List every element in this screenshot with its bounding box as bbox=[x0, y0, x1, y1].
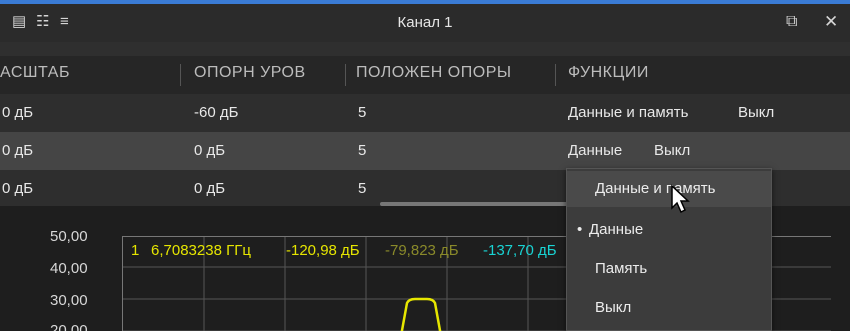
cell-scale[interactable]: 0 дБ bbox=[2, 180, 33, 197]
selected-bullet: • bbox=[577, 221, 583, 238]
popout-icon[interactable]: ⧉ bbox=[786, 12, 797, 32]
menu-item-off[interactable]: Выкл bbox=[567, 290, 771, 326]
marker-value-3: -137,70 дБ bbox=[483, 242, 557, 259]
table-row[interactable]: 0 дБ 0 дБ 5 Данные Выкл bbox=[0, 132, 850, 170]
mouse-cursor-icon bbox=[671, 184, 690, 214]
window-title: Канал 1 bbox=[397, 14, 453, 31]
menu-item-data-and-memory[interactable]: Данные и память bbox=[567, 171, 771, 207]
menu-item-data[interactable]: • Данные bbox=[567, 212, 771, 248]
marker-value-1: -120,98 дБ bbox=[286, 242, 360, 259]
menu-item-memory[interactable]: Память bbox=[567, 251, 771, 287]
table-row[interactable]: 0 дБ -60 дБ 5 Данные и память Выкл bbox=[0, 94, 850, 132]
marker-number: 1 bbox=[131, 242, 140, 259]
cell-ref-level[interactable]: 0 дБ bbox=[194, 180, 225, 197]
cell-state[interactable]: Выкл bbox=[738, 104, 774, 121]
col-separator bbox=[345, 64, 346, 86]
cell-ref-level[interactable]: 0 дБ bbox=[194, 142, 225, 159]
y-tick-label: 40,00 bbox=[50, 260, 88, 277]
cell-ref-pos[interactable]: 5 bbox=[358, 142, 366, 159]
y-tick-label: 50,00 bbox=[50, 228, 88, 245]
cell-function[interactable]: Данные bbox=[568, 142, 622, 159]
col-scale[interactable]: АСШТАБ bbox=[0, 64, 70, 82]
cell-scale[interactable]: 0 дБ bbox=[2, 104, 33, 121]
channel-window: ▤ ☷ ≡ Канал 1 ⧉ ✕ АСШТАБ ОПОРН УРОВ ПОЛО… bbox=[0, 0, 850, 331]
cell-ref-pos[interactable]: 5 bbox=[358, 104, 366, 121]
col-ref-level[interactable]: ОПОРН УРОВ bbox=[194, 64, 306, 82]
trace-yellow bbox=[400, 297, 442, 331]
col-functions[interactable]: ФУНКЦИИ bbox=[568, 64, 649, 82]
close-icon[interactable]: ✕ bbox=[824, 12, 838, 32]
cell-scale[interactable]: 0 дБ bbox=[2, 142, 33, 159]
col-ref-pos[interactable]: ПОЛОЖЕН ОПОРЫ bbox=[356, 64, 512, 82]
function-dropdown-menu: Данные и память • Данные Память Выкл bbox=[566, 168, 772, 331]
cell-ref-level[interactable]: -60 дБ bbox=[194, 104, 238, 121]
y-tick-label: 30,00 bbox=[50, 292, 88, 309]
col-separator bbox=[180, 64, 181, 86]
cell-function[interactable]: Данные и память bbox=[568, 104, 689, 121]
cell-state[interactable]: Выкл bbox=[654, 142, 690, 159]
cell-ref-pos[interactable]: 5 bbox=[358, 180, 366, 197]
y-tick-label: 20,00 bbox=[50, 322, 88, 331]
table-header: АСШТАБ ОПОРН УРОВ ПОЛОЖЕН ОПОРЫ ФУНКЦИИ bbox=[0, 56, 850, 94]
marker-frequency: 6,7083238 ГГц bbox=[151, 242, 251, 259]
marker-value-2: -79,823 дБ bbox=[385, 242, 459, 259]
col-separator bbox=[555, 64, 556, 86]
title-bar: ▤ ☷ ≡ Канал 1 ⧉ ✕ bbox=[0, 4, 850, 42]
